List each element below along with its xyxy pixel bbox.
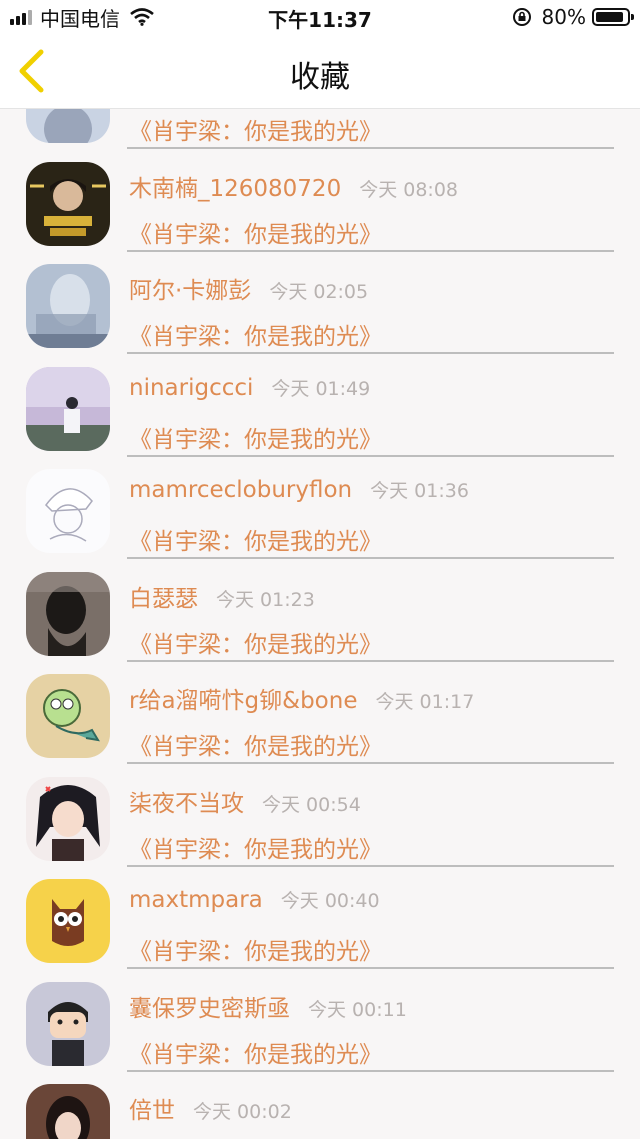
user-name[interactable]: 囊保罗史密斯亟 — [129, 996, 290, 1022]
user-name[interactable]: 倍世 — [129, 1098, 175, 1124]
battery-percent: 80% — [541, 5, 586, 29]
list-item[interactable]: maxtmpara 今天 00:40 《肖宇梁：你是我的光》 — [0, 850, 640, 969]
favorites-list-inner: 《肖宇梁：你是我的光》 木南楠_126080720 今天 08:08 《肖宇梁：你是我… — [0, 108, 640, 1139]
girl-portrait-avatar-icon — [26, 1084, 110, 1139]
list-item[interactable]: 白瑟瑟 今天 01:23 《肖宇梁：你是我的光》 — [0, 543, 640, 662]
timestamp: 今天 01:36 — [370, 480, 469, 502]
user-name-line: maxtmpara 今天 00:40 — [129, 886, 380, 913]
cartoon-boy-avatar-icon — [26, 981, 110, 1066]
avatar[interactable] — [26, 161, 110, 246]
user-name[interactable]: maxtmpara — [129, 887, 263, 913]
avatar[interactable] — [26, 571, 110, 656]
birthday-poster-avatar-icon — [26, 161, 110, 246]
user-name[interactable]: 白瑟瑟 — [129, 586, 198, 612]
list-item[interactable]: 《肖宇梁：你是我的光》 — [0, 108, 640, 149]
avatar[interactable] — [26, 776, 110, 861]
status-right: 80% — [512, 5, 634, 29]
page-title: 收藏 — [290, 60, 350, 95]
battery-icon — [592, 8, 634, 26]
avatar[interactable] — [26, 469, 110, 553]
timestamp: 今天 00:11 — [308, 998, 407, 1021]
rotation-lock-icon — [512, 8, 531, 26]
list-item[interactable]: r给a溜嗬忭g铆&bone 今天 01:17 《肖宇梁：你是我的光》 — [0, 645, 640, 764]
user-name[interactable]: 柒夜不当攻 — [129, 791, 244, 817]
favorites-list[interactable]: 《肖宇梁：你是我的光》 木南楠_126080720 今天 08:08 《肖宇梁：你是我… — [0, 108, 640, 1139]
timestamp: 今天 01:49 — [271, 377, 371, 400]
user-name[interactable]: r给a溜嗬忭g铆&bone — [129, 688, 357, 714]
user-name-line: 柒夜不当攻 今天 00:54 — [129, 784, 361, 818]
timestamp: 今天 01:23 — [216, 588, 315, 611]
avatar[interactable] — [26, 981, 110, 1066]
timestamp: 今天 00:40 — [280, 890, 380, 912]
user-name[interactable]: ninarigccci — [129, 375, 253, 401]
user-name-line: r给a溜嗬忭g铆&bone 今天 01:17 — [129, 681, 474, 715]
sketch-avatar-icon — [26, 469, 110, 553]
timestamp: 今天 00:54 — [262, 793, 361, 816]
list-item[interactable]: 柒夜不当攻 今天 00:54 《肖宇梁：你是我的光》 — [0, 748, 640, 867]
user-name-line: 白瑟瑟 今天 01:23 — [129, 579, 315, 613]
timestamp: 今天 08:08 — [359, 178, 458, 201]
avatar[interactable] — [26, 366, 110, 451]
list-item[interactable]: 倍世今天 00:02《肖宇梁：你是我的光》 — [0, 1055, 640, 1139]
nav-bar: 收藏 — [0, 34, 640, 109]
avatar[interactable] — [26, 264, 110, 348]
avatar[interactable] — [26, 674, 110, 758]
timestamp: 今天 01:17 — [375, 691, 475, 713]
timestamp: 今天 00:02 — [193, 1101, 292, 1123]
list-item[interactable]: 木南楠_126080720 今天 08:08 《肖宇梁：你是我的光》 — [0, 133, 640, 252]
blurry-figure-avatar-icon — [26, 264, 110, 348]
user-name[interactable]: 木南楠_126080720 — [129, 176, 341, 202]
avatar[interactable] — [26, 879, 110, 963]
list-item[interactable]: 囊保罗史密斯亟 今天 00:11 《肖宇梁：你是我的光》 — [0, 953, 640, 1072]
avatar[interactable] — [26, 1084, 110, 1139]
sky-person-avatar-icon — [26, 366, 110, 451]
user-name-line: 木南楠_126080720 今天 08:08 — [129, 169, 458, 203]
anime-character-avatar-icon — [26, 776, 110, 861]
cartoon-fish-avatar-icon — [26, 674, 110, 758]
timestamp: 今天 02:05 — [269, 281, 369, 303]
dark-hair-avatar-icon — [26, 571, 110, 656]
owl-avatar-icon — [26, 879, 110, 963]
user-name-line: ninarigccci 今天 01:49 — [129, 374, 370, 401]
status-bar: 中国电信 下午11:37 80% — [0, 0, 640, 34]
list-item[interactable]: ninarigccci 今天 01:49 《肖宇梁：你是我的光》 — [0, 338, 640, 457]
list-item[interactable]: mamrcecloburyflon 今天 01:36 《肖宇梁：你是我的光》 — [0, 440, 640, 559]
user-name-line: 囊保罗史密斯亟 今天 00:11 — [129, 989, 407, 1023]
user-name-line: 阿尔·卡娜彭 今天 02:05 — [129, 271, 368, 305]
list-item[interactable]: 阿尔·卡娜彭 今天 02:05 《肖宇梁：你是我的光》 — [0, 235, 640, 354]
user-name-line: 倍世 今天 00:02 — [129, 1091, 292, 1125]
user-name-line: mamrcecloburyflon 今天 01:36 — [129, 476, 469, 503]
user-name[interactable]: 阿尔·卡娜彭 — [129, 278, 251, 304]
user-name[interactable]: mamrcecloburyflon — [129, 477, 352, 503]
